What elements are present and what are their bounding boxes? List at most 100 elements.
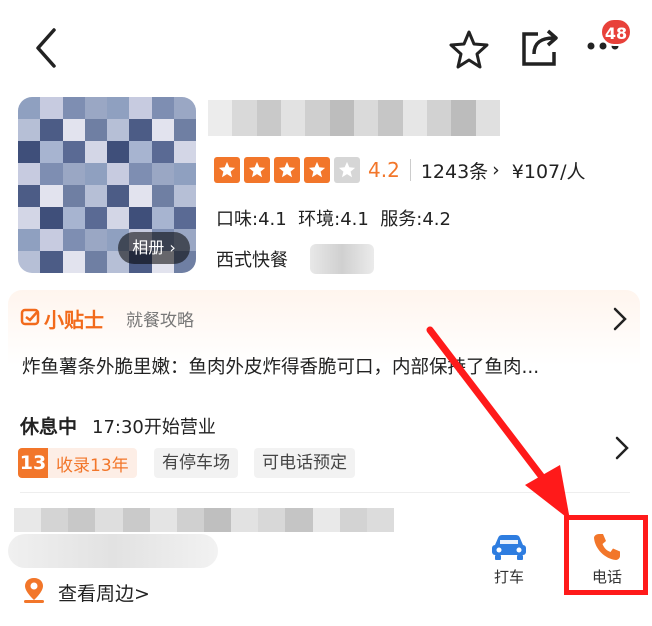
photo-pixel — [18, 207, 41, 229]
photo-pixel — [84, 97, 107, 119]
photo-pixel — [40, 185, 63, 207]
photo-pixel — [62, 185, 85, 207]
photo-pixel — [151, 141, 174, 163]
photo-pixel — [84, 163, 107, 185]
address-detail-blurred — [8, 534, 218, 568]
rating-star-icon — [244, 157, 270, 183]
photo-pixel — [18, 185, 41, 207]
review-count[interactable]: 1243条 — [421, 157, 488, 184]
photo-pixel — [40, 251, 63, 273]
photo-pixel — [18, 163, 41, 185]
listed-years-tag: 13 收录13年 — [18, 448, 137, 478]
taxi-label[interactable]: 打车 — [494, 566, 524, 587]
photo-pixel — [107, 97, 130, 119]
photo-pixel — [129, 185, 152, 207]
photo-pixel — [173, 185, 196, 207]
favorite-star-icon[interactable] — [448, 28, 490, 70]
photo-pixel — [173, 97, 196, 119]
photo-pixel — [84, 141, 107, 163]
photo-pixel — [62, 251, 85, 273]
chevron-right-icon[interactable] — [612, 306, 628, 332]
photo-pixel — [18, 229, 41, 251]
photo-pixel — [173, 207, 196, 229]
photo-pixel — [18, 97, 41, 119]
business-status: 休息中 — [20, 416, 78, 438]
rating-star-icon — [334, 157, 360, 183]
photo-pixel — [18, 119, 41, 141]
chevron-right-icon: › — [492, 159, 500, 181]
rating-score: 4.2 — [368, 158, 400, 182]
photo-pixel — [18, 141, 41, 163]
rating-star-icon — [304, 157, 330, 183]
shop-name-blurred — [208, 100, 500, 136]
photo-pixel — [107, 163, 130, 185]
photo-pixel — [40, 97, 63, 119]
album-label: 相册 — [132, 238, 165, 257]
photo-pixel — [84, 119, 107, 141]
rating-row[interactable]: 4.2 1243条 › ¥107/人 — [214, 154, 586, 186]
phone-booking-tag: 可电话预定 — [254, 448, 355, 478]
rating-stars — [214, 157, 364, 183]
photo-pixel — [151, 207, 174, 229]
parking-tag: 有停车场 — [154, 448, 238, 478]
photo-pixel — [40, 119, 63, 141]
photo-pixel — [40, 141, 63, 163]
photo-pixel — [151, 163, 174, 185]
rating-star-icon — [214, 157, 240, 183]
red-arrow-annotation — [426, 326, 570, 520]
photo-pixel — [129, 141, 152, 163]
photo-pixel — [107, 185, 130, 207]
photo-pixel — [84, 185, 107, 207]
photo-pixel — [151, 185, 174, 207]
divider — [409, 159, 411, 181]
photo-pixel — [129, 207, 152, 229]
tips-logo-icon — [20, 308, 40, 326]
photo-pixel — [62, 97, 85, 119]
photo-pixel — [151, 119, 174, 141]
photo-pixel — [62, 207, 85, 229]
nearby-link[interactable]: 查看周边> — [58, 579, 150, 606]
photo-pixel — [107, 119, 130, 141]
sub-scores: 口味:4.1 环境:4.1 服务:4.2 — [216, 209, 451, 230]
nearby-label: 查看周边 — [58, 583, 135, 605]
opening-time: 17:30开始营业 — [92, 417, 216, 438]
year-text: 收录13年 — [56, 455, 129, 476]
rating-star-icon — [274, 157, 300, 183]
price-per-person: ¥107/人 — [511, 160, 586, 183]
photo-pixel — [84, 251, 107, 273]
photo-pixel — [107, 207, 130, 229]
chevron-right-icon[interactable] — [614, 435, 630, 461]
photo-pixel — [107, 141, 130, 163]
chevron-right-icon: › — [164, 238, 176, 257]
photo-pixel — [173, 141, 196, 163]
photo-pixel — [62, 163, 85, 185]
photo-pixel — [40, 163, 63, 185]
photo-pixel — [173, 163, 196, 185]
location-pin-icon — [24, 578, 44, 603]
chevron-right-icon: > — [134, 583, 150, 605]
back-icon[interactable] — [30, 26, 64, 70]
photo-pixel — [62, 141, 85, 163]
photo-pixel — [62, 229, 85, 251]
photo-pixel — [40, 229, 63, 251]
area-blurred — [310, 244, 374, 274]
photo-pixel — [84, 207, 107, 229]
photo-pixel — [84, 229, 107, 251]
notification-badge: 48 — [600, 18, 632, 46]
photo-pixel — [18, 251, 41, 273]
address-blurred[interactable] — [14, 508, 394, 532]
photo-pixel — [129, 119, 152, 141]
highlight-box — [564, 515, 648, 595]
photo-pixel — [129, 97, 152, 119]
photo-pixel — [151, 97, 174, 119]
photo-pixel — [40, 207, 63, 229]
photo-pixel — [62, 119, 85, 141]
tips-title: 小贴士 — [44, 308, 104, 332]
photo-pixel — [173, 119, 196, 141]
shop-category[interactable]: 西式快餐 — [216, 246, 288, 272]
year-number: 13 — [18, 448, 48, 478]
tips-subtitle: 就餐攻略 — [126, 311, 194, 331]
car-icon[interactable] — [490, 532, 528, 562]
share-icon[interactable] — [520, 26, 562, 68]
album-button[interactable]: 相册 › — [118, 232, 190, 264]
